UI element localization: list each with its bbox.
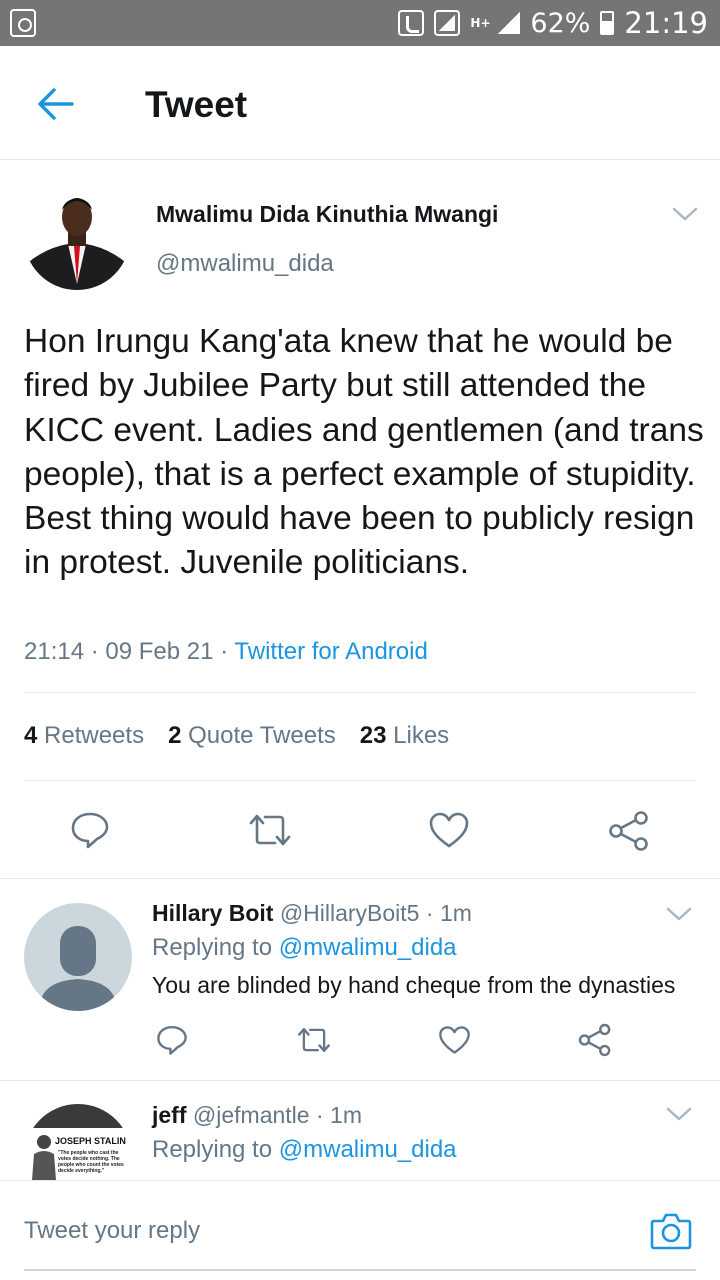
quote-tweets-label: Quote Tweets xyxy=(188,722,336,749)
top-app-bar: Tweet xyxy=(0,46,720,160)
reply-compose-bar: Tweet your reply xyxy=(0,1180,720,1280)
tweet-text: Hon Irungu Kang'ata knew that he would b… xyxy=(24,323,704,582)
meta-separator: · xyxy=(220,638,235,665)
divider xyxy=(24,780,696,781)
share-icon[interactable] xyxy=(608,810,650,852)
reply-time: 1m xyxy=(439,900,472,926)
replying-label: Replying to xyxy=(152,1136,273,1163)
mention-link[interactable]: @mwalimu_dida xyxy=(279,1136,457,1163)
meta-separator: · xyxy=(425,900,440,926)
stalin-quote-caption: "The people who cast the votes decide no… xyxy=(58,1150,124,1174)
like-heart-icon[interactable] xyxy=(428,811,470,849)
reply-time: 1m xyxy=(330,1102,362,1128)
likes-label: Likes xyxy=(393,722,450,749)
divider xyxy=(0,1080,720,1081)
recycle-notification-icon xyxy=(10,9,36,37)
signal-bars-icon xyxy=(498,12,521,34)
replying-to: Replying to @mwalimu_dida xyxy=(152,934,457,962)
back-button[interactable] xyxy=(36,86,76,122)
status-bar: H+ 62% 21:19 xyxy=(0,0,720,46)
reply-options-chevron-icon[interactable] xyxy=(666,1106,692,1122)
call-icon xyxy=(398,10,425,36)
author-avatar[interactable] xyxy=(24,184,130,290)
tweet-options-chevron-icon[interactable] xyxy=(672,206,698,222)
retweets-stat[interactable]: 4 Retweets xyxy=(24,722,144,750)
clock: 21:19 xyxy=(624,6,708,40)
quote-tweets-stat[interactable]: 2 Quote Tweets xyxy=(168,722,336,750)
network-type: H+ xyxy=(470,15,491,30)
tweet-meta: 21:14 · 09 Feb 21 · Twitter for Android xyxy=(24,638,428,666)
input-underline xyxy=(24,1269,696,1271)
retweets-label: Retweets xyxy=(44,722,145,749)
share-icon[interactable] xyxy=(578,1023,612,1057)
reply-icon[interactable] xyxy=(70,810,110,850)
reply-author-handle[interactable]: @jefmantle xyxy=(193,1102,310,1128)
meta-separator: · xyxy=(315,1102,331,1128)
divider xyxy=(24,692,696,693)
author-handle[interactable]: @mwalimu_dida xyxy=(156,250,334,278)
like-heart-icon[interactable] xyxy=(438,1025,471,1055)
reply-author-name[interactable]: jeff xyxy=(152,1102,187,1128)
reply-text: You are blinded by hand cheque from the … xyxy=(152,972,676,998)
page-title: Tweet xyxy=(145,84,248,125)
quote-tweets-count: 2 xyxy=(168,722,182,749)
author-name[interactable]: Mwalimu Dida Kinuthia Mwangi xyxy=(156,201,498,228)
stalin-title: JOSEPH STALIN xyxy=(55,1136,126,1146)
back-arrow-icon xyxy=(38,88,74,120)
meta-separator: · xyxy=(90,638,106,665)
battery-icon xyxy=(600,11,615,35)
camera-icon xyxy=(650,1213,692,1250)
reply-avatar-default[interactable] xyxy=(24,903,132,1011)
reply-options-chevron-icon[interactable] xyxy=(666,906,692,922)
reply-author-name[interactable]: Hillary Boit xyxy=(152,900,273,926)
camera-button[interactable] xyxy=(650,1211,692,1251)
tweet-time: 21:14 xyxy=(24,638,85,665)
tweet-source-link[interactable]: Twitter for Android xyxy=(234,638,427,665)
replying-label: Replying to xyxy=(152,934,273,961)
likes-count: 23 xyxy=(359,722,387,749)
mention-link[interactable]: @mwalimu_dida xyxy=(279,934,457,961)
author-photo xyxy=(24,184,130,290)
retweet-icon[interactable] xyxy=(296,1026,332,1054)
divider xyxy=(0,878,720,879)
reply-header: jeff @jefmantle · 1m xyxy=(152,1102,362,1129)
reply-input[interactable]: Tweet your reply xyxy=(24,1217,200,1245)
sim-signal-icon xyxy=(434,10,461,36)
tweet-stats: 4 Retweets 2 Quote Tweets 23 Likes xyxy=(24,722,449,750)
likes-stat[interactable]: 23 Likes xyxy=(360,722,449,750)
retweet-icon[interactable] xyxy=(247,812,293,848)
replying-to: Replying to @mwalimu_dida xyxy=(152,1136,457,1164)
reply-author-handle[interactable]: @HillaryBoit5 xyxy=(280,900,420,926)
reply-header: Hillary Boit @HillaryBoit5 · 1m xyxy=(152,900,472,927)
default-profile-icon xyxy=(24,903,132,1011)
retweets-count: 4 xyxy=(24,722,38,749)
tweet-date: 09 Feb 21 xyxy=(105,638,214,665)
reply-icon[interactable] xyxy=(156,1024,188,1056)
battery-percent: 62% xyxy=(530,7,591,39)
